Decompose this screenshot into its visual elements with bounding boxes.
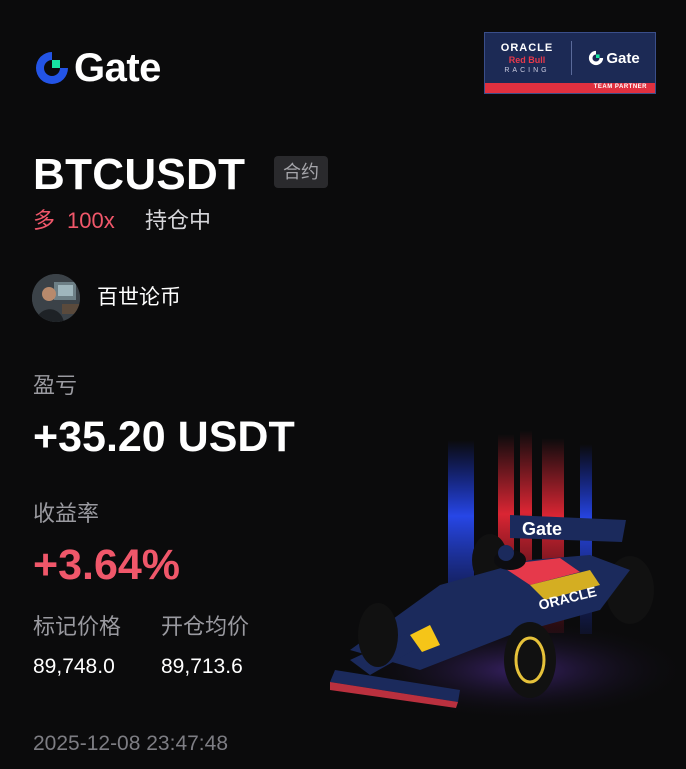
pnl-label: 盈亏	[33, 373, 78, 398]
position-status: 持仓中	[145, 208, 212, 233]
entry-price-label: 开仓均价	[161, 614, 250, 639]
trading-symbol: BTCUSDT	[33, 150, 246, 199]
partner-team: Red Bull	[508, 55, 546, 65]
roi-label: 收益率	[33, 501, 100, 526]
partner-strip: TEAM PARTNER	[485, 83, 655, 93]
wing-logo-text: Gate	[522, 519, 562, 539]
username[interactable]: 百世论币	[97, 284, 181, 312]
logo-text: Gate	[74, 46, 161, 90]
position-leverage: 100x	[67, 208, 115, 233]
partner-racing: RACING	[504, 67, 550, 74]
avatar[interactable]	[32, 274, 80, 322]
pnl-value: +35.20 USDT	[33, 413, 295, 461]
timestamp: 2025-12-08 23:47:48	[33, 732, 228, 755]
front-wheel-right	[504, 622, 556, 698]
partner-sponsor: ORACLE	[500, 42, 554, 54]
roi-value: +3.64%	[33, 541, 181, 589]
entry-price-value: 89,713.6	[161, 655, 243, 678]
partner-caption: TEAM PARTNER	[593, 84, 647, 90]
mark-price-value: 89,748.0	[33, 655, 115, 678]
position-side: 多	[33, 208, 56, 233]
gate-mini-logo-icon	[589, 50, 604, 66]
gate-logo: Gate	[34, 48, 161, 88]
f1-car-illustration: Gate ORACLE	[330, 430, 686, 720]
front-wheel-left	[358, 603, 398, 667]
contract-type-tag: 合约	[274, 156, 328, 188]
avatar-image	[32, 274, 80, 322]
mark-price-label: 标记价格	[33, 614, 122, 639]
team-partner-badge: ORACLE Red Bull RACING Gate TEAM PARTNER	[484, 32, 656, 94]
helmet	[498, 545, 514, 561]
gate-logo-icon	[36, 52, 68, 84]
partner-divider	[571, 41, 572, 75]
partner-brand: Gate	[606, 49, 640, 67]
